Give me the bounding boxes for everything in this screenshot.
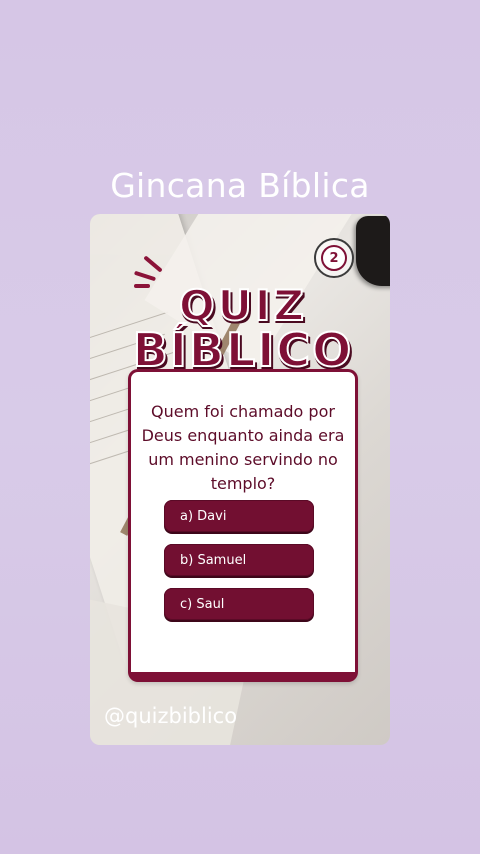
logo-line-quiz: QUIZ: [178, 281, 307, 330]
answer-option-c[interactable]: c) Saul: [164, 588, 314, 620]
answer-label: a) Davi: [180, 508, 227, 524]
answer-option-b[interactable]: b) Samuel: [164, 544, 314, 576]
quiz-biblico-logo: QUIZ BÍBLICO: [118, 281, 368, 377]
answer-label: b) Samuel: [180, 552, 247, 568]
coffee-cup-decoration: [356, 216, 390, 286]
answer-option-a[interactable]: a) Davi: [164, 500, 314, 532]
account-handle: @quizbiblico: [104, 704, 238, 728]
question-number: 2: [321, 245, 347, 271]
question-number-badge: 2: [314, 238, 354, 278]
answer-label: c) Saul: [180, 596, 225, 612]
question-panel: Quem foi chamado por Deus enquanto ainda…: [128, 369, 358, 682]
quiz-card: 2 QUIZ BÍBLICO Quem foi chamado por Deus…: [90, 214, 390, 745]
logo-line-biblico: BÍBLICO: [132, 323, 354, 377]
page-title: Gincana Bíblica: [110, 166, 370, 205]
question-text: Quem foi chamado por Deus enquanto ainda…: [141, 402, 345, 493]
